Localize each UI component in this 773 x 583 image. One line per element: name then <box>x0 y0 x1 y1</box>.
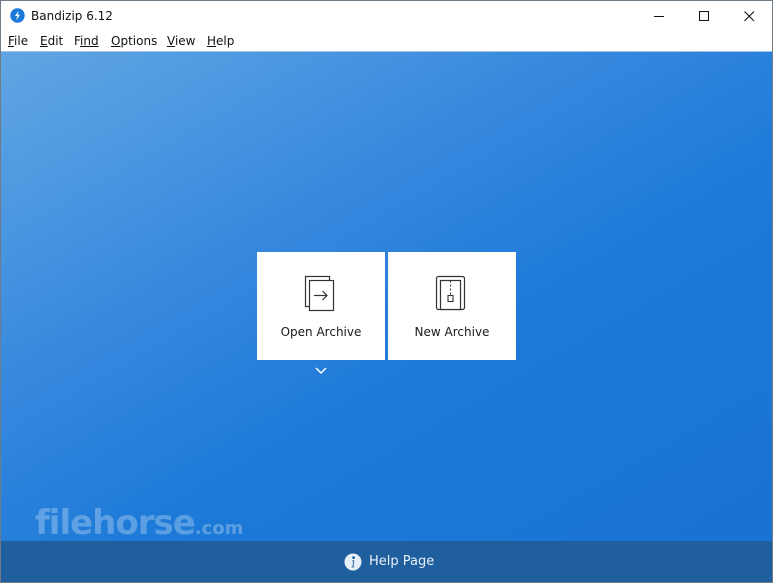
info-icon[interactable] <box>344 553 362 571</box>
minimize-button[interactable] <box>637 1 682 31</box>
divider <box>1 51 772 52</box>
open-archive-icon <box>304 275 335 312</box>
main-panel: Open Archive New Archive filehorse.com <box>1 51 772 543</box>
close-button[interactable] <box>727 1 772 31</box>
menu-find[interactable]: Find <box>74 33 99 49</box>
title-bar: Bandizip 6.12 <box>1 1 772 31</box>
new-archive-label: New Archive <box>414 325 490 339</box>
maximize-button[interactable] <box>682 1 727 31</box>
minimize-icon <box>654 16 664 17</box>
close-icon <box>744 11 755 22</box>
menu-view[interactable]: View <box>167 33 195 49</box>
bandizip-window: Bandizip 6.12 File Edit Find Options Vie… <box>0 0 773 583</box>
menu-options[interactable]: Options <box>111 33 157 49</box>
maximize-icon <box>699 11 709 21</box>
chevron-down-icon[interactable] <box>314 366 328 376</box>
help-page-link[interactable]: Help Page <box>369 554 434 570</box>
menu-file[interactable]: File <box>8 33 28 49</box>
bandizip-app-icon <box>10 8 25 23</box>
new-archive-button[interactable]: New Archive <box>388 252 516 360</box>
menu-bar: File Edit Find Options View Help <box>1 31 772 51</box>
menu-edit[interactable]: Edit <box>40 33 63 49</box>
menu-help[interactable]: Help <box>207 33 234 49</box>
footer-bar: Help Page <box>1 541 772 582</box>
window-title: Bandizip 6.12 <box>31 9 113 23</box>
open-archive-button[interactable]: Open Archive <box>257 252 385 360</box>
open-archive-label: Open Archive <box>280 325 362 339</box>
new-archive-icon <box>435 275 466 311</box>
